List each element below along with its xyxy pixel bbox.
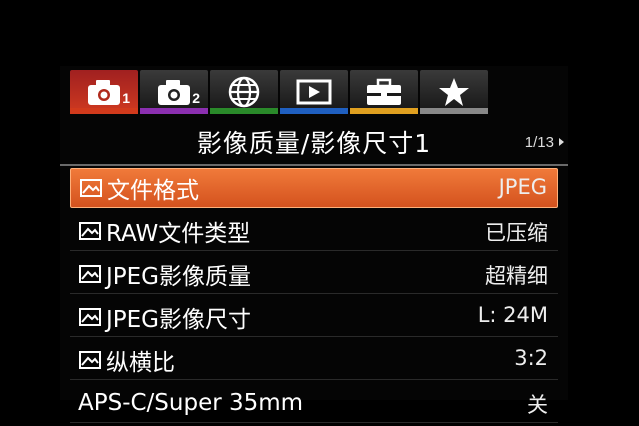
menu-item-value: L: 24M	[477, 303, 548, 327]
tab-number: 2	[192, 90, 200, 106]
tab-shooting-2[interactable]: 2	[140, 70, 208, 114]
camera-menu-screen: 1 2 影像质量/影像尺寸1 1/13 文件格式 JPEG RAW文件类型 已压…	[60, 66, 568, 423]
star-icon	[439, 78, 469, 106]
menu-tab-bar: 1 2	[70, 70, 490, 114]
next-page-arrow-icon[interactable]	[559, 138, 564, 146]
menu-item-file-format[interactable]: 文件格式 JPEG	[70, 168, 558, 208]
tab-playback[interactable]	[280, 70, 348, 114]
menu-item-value: 超精细	[485, 264, 548, 288]
tab-my-menu[interactable]	[420, 70, 488, 114]
menu-header: 影像质量/影像尺寸1 1/13	[60, 118, 568, 166]
menu-item-label: RAW文件类型	[106, 220, 251, 247]
tab-color-stripe	[350, 108, 418, 114]
menu-item-aspect-ratio[interactable]: 纵横比 3:2	[70, 340, 558, 380]
menu-item-label: 文件格式	[107, 178, 199, 204]
page-title: 影像质量/影像尺寸1	[196, 129, 432, 158]
camera-icon	[88, 80, 120, 105]
tab-color-stripe	[280, 108, 348, 114]
menu-item-jpeg-size[interactable]: JPEG影像尺寸 L: 24M	[70, 297, 558, 337]
toolbox-icon	[367, 78, 401, 105]
menu-item-label: APS-C/Super 35mm	[78, 389, 304, 416]
menu-item-label: JPEG影像质量	[106, 263, 252, 290]
tab-color-stripe	[140, 108, 208, 114]
page-indicator: 1/13	[524, 134, 554, 151]
menu-item-value: 3:2	[514, 346, 548, 370]
image-icon	[79, 307, 101, 326]
image-icon	[79, 221, 101, 240]
menu-item-label: 纵横比	[106, 349, 175, 376]
menu-item-aps-c-super35[interactable]: APS-C/Super 35mm 关	[70, 383, 558, 423]
tab-color-stripe	[210, 108, 278, 114]
playback-icon	[296, 79, 332, 105]
menu-item-value: JPEG	[498, 175, 547, 199]
tab-shooting-1[interactable]: 1	[70, 70, 138, 114]
image-icon	[80, 179, 102, 197]
menu-list: 文件格式 JPEG RAW文件类型 已压缩 JPEG影像质量 超精细 JPEG影…	[70, 168, 558, 426]
tab-color-stripe	[70, 108, 138, 114]
menu-item-raw-file-type[interactable]: RAW文件类型 已压缩	[70, 211, 558, 251]
camera-icon	[158, 80, 190, 105]
tab-number: 1	[122, 90, 130, 106]
menu-item-label: JPEG影像尺寸	[106, 306, 252, 333]
image-icon	[79, 264, 101, 283]
image-icon	[79, 350, 101, 369]
menu-item-value: 已压缩	[485, 221, 548, 245]
globe-icon	[228, 76, 260, 108]
menu-item-jpeg-quality[interactable]: JPEG影像质量 超精细	[70, 254, 558, 294]
tab-network[interactable]	[210, 70, 278, 114]
tab-color-stripe	[420, 108, 488, 114]
menu-item-value: 关	[527, 393, 548, 417]
tab-setup[interactable]	[350, 70, 418, 114]
